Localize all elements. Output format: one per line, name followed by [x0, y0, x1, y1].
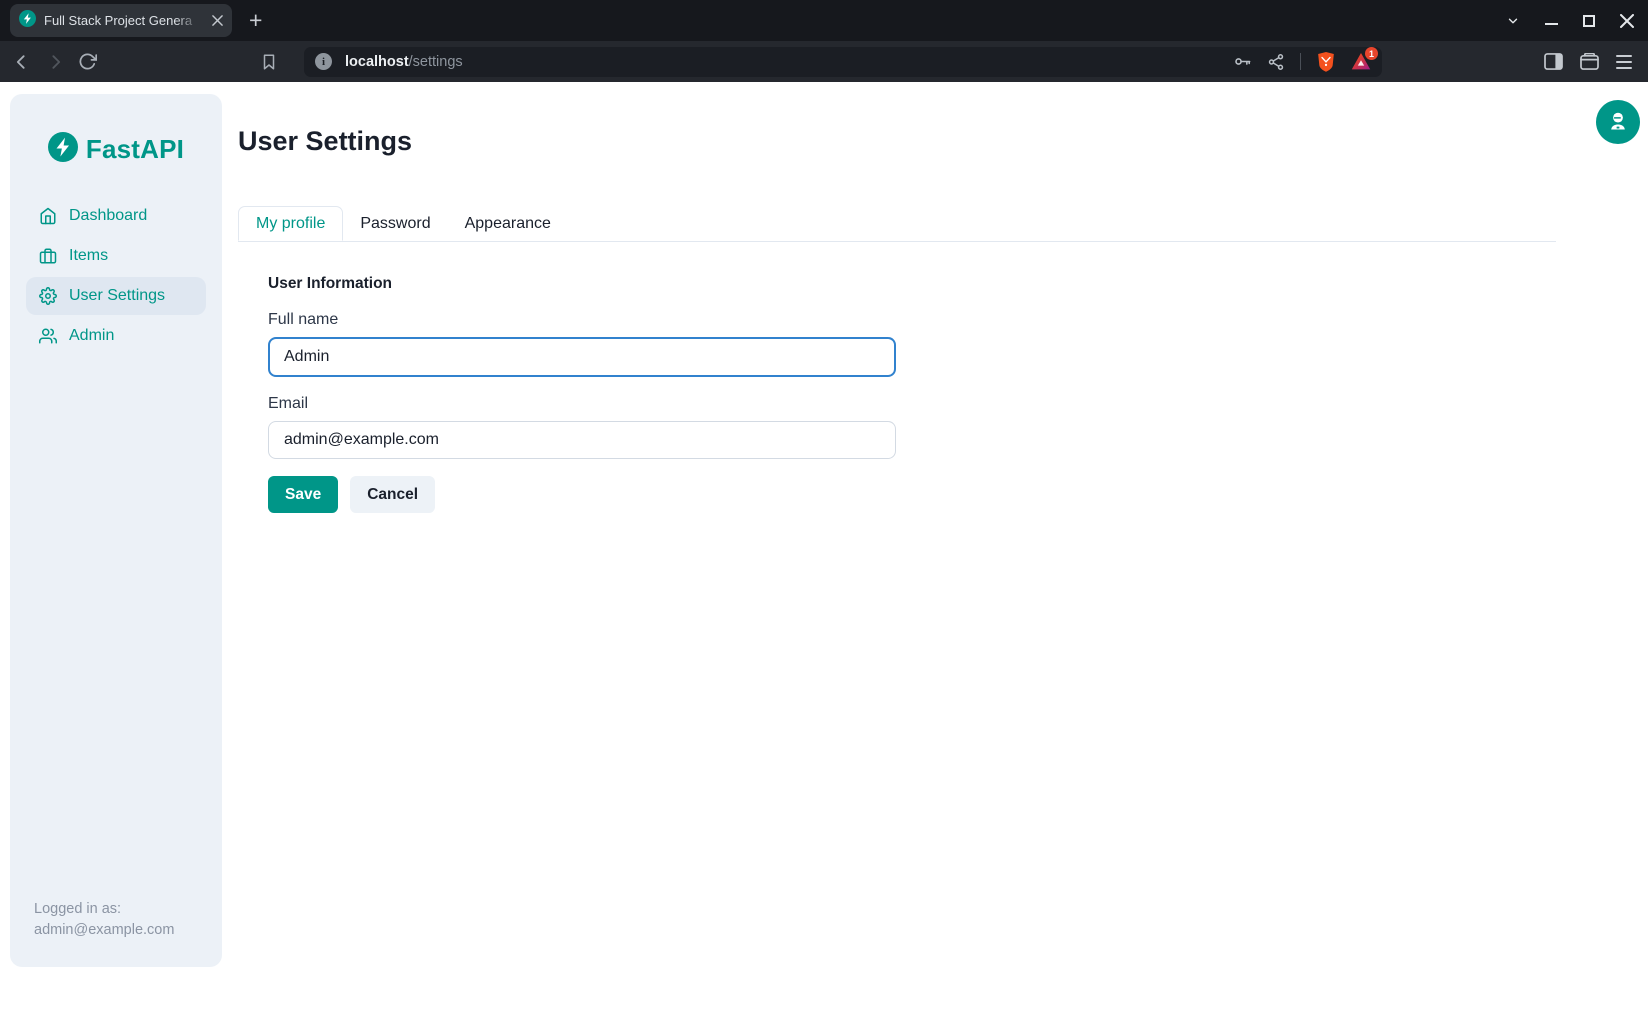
user-menu-button[interactable] [1596, 100, 1640, 144]
tab-password[interactable]: Password [343, 206, 447, 241]
address-bar[interactable]: i localhost/settings 1 [304, 47, 1382, 77]
bookmark-icon[interactable] [260, 53, 278, 71]
new-tab-button[interactable]: + [249, 9, 262, 32]
sidebar-item-user-settings[interactable]: User Settings [26, 277, 206, 315]
browser-toolbar: i localhost/settings 1 [0, 41, 1648, 82]
brave-shield-icon[interactable] [1316, 51, 1336, 72]
wallet-icon[interactable] [1580, 53, 1599, 70]
share-icon[interactable] [1267, 53, 1285, 71]
tab-search-chevron-icon[interactable] [1506, 14, 1520, 28]
window-minimize-button[interactable] [1545, 17, 1558, 25]
form-actions: Save Cancel [268, 476, 896, 513]
cancel-button[interactable]: Cancel [350, 476, 435, 513]
tab-appearance[interactable]: Appearance [448, 206, 568, 241]
toolbar-divider [1300, 53, 1301, 70]
full-name-label: Full name [268, 310, 896, 329]
fastapi-logo[interactable]: FastAPI [10, 132, 222, 167]
sidebar-item-label: Admin [69, 327, 114, 345]
logo-text: FastAPI [86, 134, 184, 165]
section-title: User Information [268, 274, 896, 293]
tab-close-icon[interactable] [212, 15, 223, 26]
sidebar-item-label: User Settings [69, 287, 165, 305]
sidebar-item-dashboard[interactable]: Dashboard [26, 197, 206, 235]
password-key-icon[interactable] [1233, 52, 1252, 71]
main-content: User Settings My profile Password Appear… [238, 82, 1648, 1025]
fastapi-favicon-icon [19, 10, 36, 32]
reload-button[interactable] [78, 52, 97, 71]
user-information-form: User Information Full name Email Save Ca… [268, 274, 896, 513]
sidebar-nav: Dashboard Items User Settings Admin [10, 197, 222, 355]
briefcase-icon [39, 247, 57, 265]
tab-my-profile[interactable]: My profile [238, 206, 343, 241]
full-name-field[interactable] [268, 337, 896, 377]
url-text[interactable]: localhost/settings [345, 54, 1233, 70]
sidebar-item-items[interactable]: Items [26, 237, 206, 275]
fastapi-logo-icon [48, 132, 78, 167]
sidebar-item-label: Items [69, 247, 108, 265]
save-button[interactable]: Save [268, 476, 338, 513]
brave-rewards-button[interactable]: 1 [1351, 52, 1371, 71]
url-path: /settings [409, 54, 463, 70]
logged-in-as: Logged in as: admin@example.com [10, 899, 222, 967]
menu-icon[interactable] [1616, 55, 1632, 69]
settings-tabs: My profile Password Appearance [238, 206, 1556, 242]
app-page: FastAPI Dashboard Items User Settings [0, 82, 1648, 1025]
url-host: localhost [345, 54, 409, 70]
sidebar: FastAPI Dashboard Items User Settings [10, 94, 222, 967]
browser-tab-strip: Full Stack Project Genera + [0, 0, 1648, 41]
site-info-icon[interactable]: i [315, 53, 332, 70]
sidebar-item-label: Dashboard [69, 207, 147, 225]
email-field[interactable] [268, 421, 896, 459]
home-icon [39, 207, 57, 225]
rewards-count-badge: 1 [1365, 47, 1378, 60]
page-title: User Settings [238, 126, 412, 157]
window-maximize-button[interactable] [1583, 15, 1595, 27]
users-icon [39, 327, 57, 345]
sidebar-toggle-icon[interactable] [1544, 53, 1563, 70]
email-label: Email [268, 394, 896, 413]
back-button[interactable] [12, 52, 32, 72]
browser-tab[interactable]: Full Stack Project Genera [10, 4, 232, 37]
gear-icon [39, 287, 57, 305]
forward-button[interactable] [45, 52, 65, 72]
sidebar-item-admin[interactable]: Admin [26, 317, 206, 355]
logged-in-as-email: admin@example.com [34, 920, 208, 941]
user-avatar-icon [1606, 109, 1630, 136]
tab-title: Full Stack Project Genera [44, 13, 204, 28]
window-close-button[interactable] [1620, 14, 1634, 28]
logged-in-as-label: Logged in as: [34, 899, 208, 920]
